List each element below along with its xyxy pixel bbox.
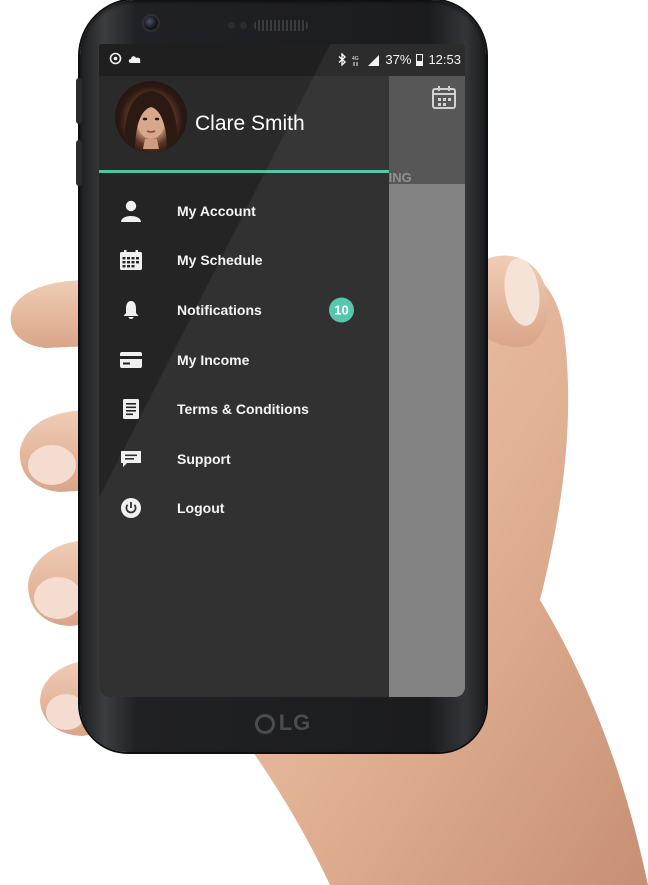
calendar-icon[interactable] [431,84,457,110]
power-icon [121,498,141,519]
menu-item-label: Logout [177,500,225,517]
brand-text: LG [278,710,312,735]
avatar[interactable] [115,81,187,153]
volume-down-button [76,140,82,186]
menu-item-label: My Account [177,202,256,219]
navigation-drawer: Clare Smith My Account My Schedule Notif… [99,76,389,697]
menu-item-label: Terms & Conditions [177,401,309,418]
notification-count-badge: 10 [329,297,354,323]
phone-device: IING 4G 37% 12:53 Clare Smith My Account… [76,0,486,752]
drawer-menu: My Account My Schedule Notifications 10 … [99,186,389,533]
earpiece-speaker [254,20,308,31]
menu-item-label: Support [177,450,231,467]
menu-item-support[interactable]: Support [99,434,389,484]
lte-icon: 4G [352,56,359,66]
drawer-header: Clare Smith [99,76,389,173]
user-name: Clare Smith [195,112,305,135]
document-icon [123,399,139,420]
clock-time: 12:53 [428,52,461,67]
menu-item-label: My Schedule [177,252,263,269]
menu-item-terms-conditions[interactable]: Terms & Conditions [99,384,389,434]
menu-item-my-schedule[interactable]: My Schedule [99,236,389,286]
bluetooth-icon [338,53,347,66]
device-brand: LG [80,710,486,736]
cloud-icon [128,55,141,63]
lg-logo-icon [254,714,275,734]
sensor-icon [240,22,247,29]
volume-up-button [76,78,82,124]
user-icon [121,200,141,222]
credit-card-icon [120,351,142,368]
signal-icon [368,54,380,66]
tab-label-fragment[interactable]: IING [385,170,412,185]
menu-item-label: My Income [177,351,250,368]
chat-icon [121,450,141,467]
menu-item-notifications[interactable]: Notifications 10 [99,285,389,335]
menu-item-my-account[interactable]: My Account [99,186,389,236]
battery-percent: 37% [385,52,412,67]
sync-icon [109,52,122,65]
menu-item-my-income[interactable]: My Income [99,335,389,385]
menu-item-logout[interactable]: Logout [99,484,389,534]
battery-icon [416,53,424,66]
profile-photo [124,91,178,151]
svg-text:4G: 4G [352,56,359,62]
sensor-icon [228,22,235,29]
front-camera-icon [142,14,160,32]
status-bar: 4G 37% 12:53 [99,44,465,76]
menu-item-label: Notifications [177,301,262,318]
phone-screen: IING 4G 37% 12:53 Clare Smith My Account… [99,44,465,697]
bell-icon [123,300,139,319]
calendar-icon [120,250,142,271]
